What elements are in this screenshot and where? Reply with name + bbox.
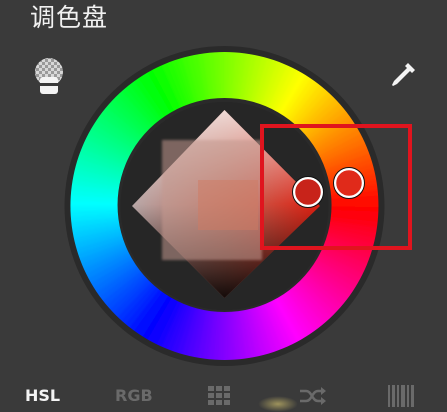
color-wheel[interactable] — [0, 0, 447, 412]
selection-glow — [258, 396, 298, 412]
tab-hsl[interactable]: HSL — [25, 386, 60, 405]
tab-rgb[interactable]: RGB — [115, 386, 153, 405]
mode-tab-bar: HSL RGB — [0, 378, 447, 412]
barcode-icon[interactable] — [388, 385, 416, 407]
hue-picker-handle[interactable] — [333, 167, 365, 199]
shuffle-icon[interactable] — [300, 386, 326, 406]
grid-icon[interactable] — [208, 386, 230, 406]
blur-patch-center — [198, 180, 258, 230]
saturation-picker-handle[interactable] — [292, 176, 324, 208]
